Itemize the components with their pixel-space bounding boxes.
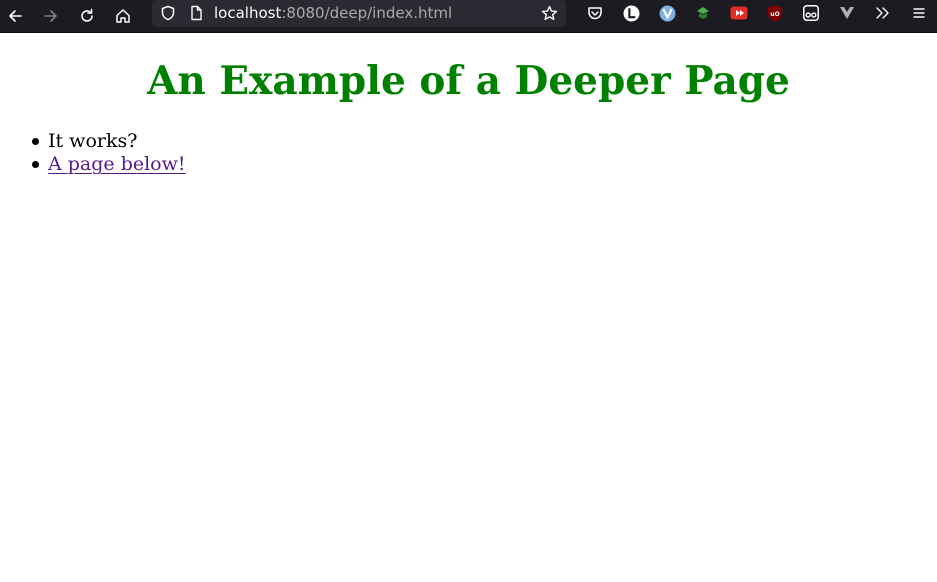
ublock-origin-icon[interactable]: uO	[766, 4, 784, 22]
tracking-protection-shield-icon[interactable]	[159, 4, 177, 22]
browser-toolbar: localhost:8080/deep/index.html uO	[0, 0, 937, 33]
bookmark-star-icon[interactable]	[540, 4, 558, 22]
pocket-icon[interactable]	[586, 4, 604, 22]
back-button[interactable]	[2, 3, 28, 29]
overflow-menu-chevron-icon[interactable]	[873, 4, 891, 22]
page-content: An Example of a Deeper Page It works? A …	[0, 34, 937, 582]
page-info-icon[interactable]	[187, 4, 205, 22]
home-icon	[115, 8, 131, 24]
vivaldi-like-icon[interactable]	[658, 4, 676, 22]
green-shield-icon[interactable]	[694, 4, 712, 22]
bullet-icon	[32, 138, 39, 145]
forward-arrow-icon	[43, 8, 59, 24]
reload-button[interactable]	[74, 3, 100, 29]
back-arrow-icon	[7, 8, 23, 24]
bullet-list: It works? A page below!	[30, 130, 186, 176]
url-bar[interactable]: localhost:8080/deep/index.html	[152, 0, 566, 27]
url-host: localhost	[214, 4, 282, 22]
bullet-icon	[32, 161, 39, 168]
hamburger-menu-icon[interactable]	[910, 4, 928, 22]
l-extension-icon[interactable]	[622, 4, 640, 22]
list-item: It works?	[30, 130, 186, 153]
page-below-link[interactable]: A page below!	[48, 153, 186, 175]
home-button[interactable]	[110, 3, 136, 29]
tampermonkey-icon[interactable]	[802, 4, 820, 22]
svg-text:uO: uO	[770, 11, 779, 18]
url-text[interactable]: localhost:8080/deep/index.html	[214, 4, 452, 22]
url-path: :8080/deep/index.html	[281, 4, 453, 22]
forward-button[interactable]	[38, 3, 64, 29]
list-item: A page below!	[30, 153, 186, 176]
page-title: An Example of a Deeper Page	[147, 58, 790, 104]
v-extension-icon[interactable]	[838, 4, 856, 22]
reload-icon	[79, 8, 95, 24]
list-item-text: It works?	[48, 130, 138, 152]
youtube-extension-icon[interactable]	[730, 4, 748, 22]
